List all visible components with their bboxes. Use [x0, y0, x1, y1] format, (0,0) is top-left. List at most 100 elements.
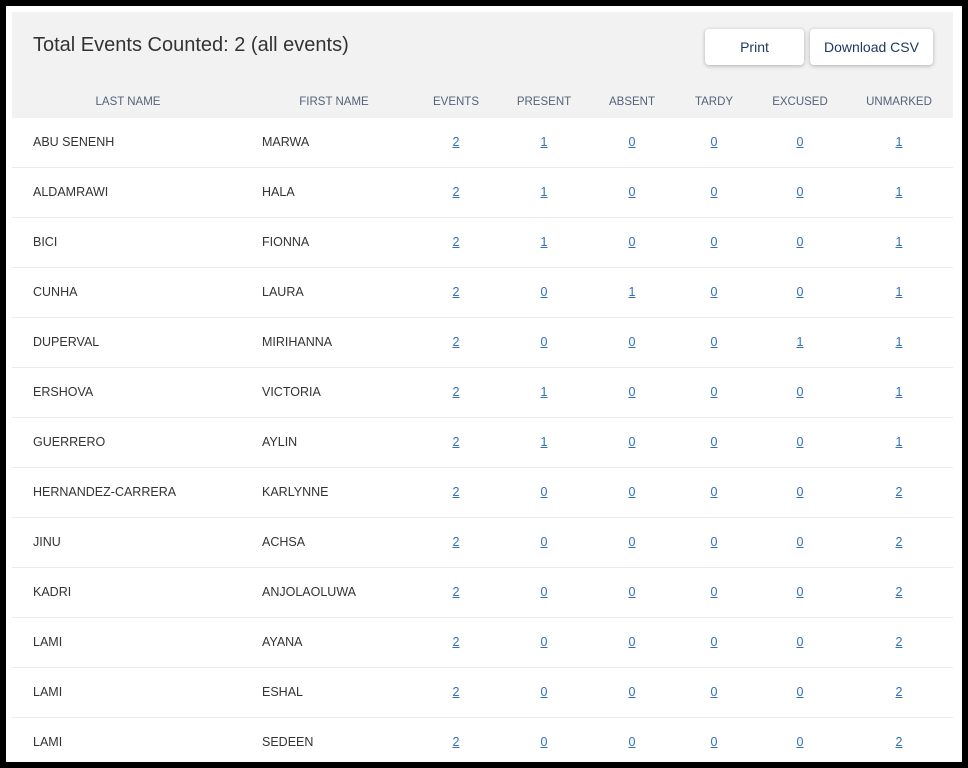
- unmarked-count-link[interactable]: 2: [896, 635, 903, 649]
- unmarked-count-link[interactable]: 1: [896, 435, 903, 449]
- excused-count-link[interactable]: 0: [797, 135, 804, 149]
- column-header-first-name[interactable]: FIRST NAME: [284, 89, 384, 118]
- tardy-cell: 0: [684, 368, 744, 417]
- tardy-count-link[interactable]: 0: [711, 735, 718, 749]
- events-count-link[interactable]: 2: [453, 535, 460, 549]
- events-count-link[interactable]: 2: [453, 485, 460, 499]
- unmarked-count-link[interactable]: 1: [896, 235, 903, 249]
- tardy-count-link[interactable]: 0: [711, 435, 718, 449]
- unmarked-count-link[interactable]: 1: [896, 185, 903, 199]
- tardy-count-link[interactable]: 0: [711, 235, 718, 249]
- absent-count-link[interactable]: 0: [629, 635, 636, 649]
- events-count-link[interactable]: 2: [453, 285, 460, 299]
- present-count-link[interactable]: 0: [541, 585, 548, 599]
- absent-count-link[interactable]: 1: [629, 285, 636, 299]
- present-count-link[interactable]: 1: [541, 385, 548, 399]
- events-count-link[interactable]: 2: [453, 685, 460, 699]
- present-count-link[interactable]: 0: [541, 535, 548, 549]
- absent-cell: 0: [602, 718, 662, 762]
- present-cell: 0: [514, 268, 574, 317]
- unmarked-cell: 1: [862, 218, 936, 267]
- excused-count-link[interactable]: 0: [797, 235, 804, 249]
- present-count-link[interactable]: 0: [541, 485, 548, 499]
- present-count-link[interactable]: 0: [541, 735, 548, 749]
- present-count-link[interactable]: 1: [541, 185, 548, 199]
- absent-count-link[interactable]: 0: [629, 735, 636, 749]
- tardy-count-link[interactable]: 0: [711, 535, 718, 549]
- present-count-link[interactable]: 1: [541, 235, 548, 249]
- excused-count-link[interactable]: 0: [797, 435, 804, 449]
- events-count-link[interactable]: 2: [453, 385, 460, 399]
- unmarked-count-link[interactable]: 2: [896, 585, 903, 599]
- excused-cell: 0: [770, 618, 830, 667]
- absent-count-link[interactable]: 0: [629, 435, 636, 449]
- present-count-link[interactable]: 1: [541, 435, 548, 449]
- attendance-table-body: ABU SENENH MARWA 2 1 0 0 0 1 ALDAMRAWI H…: [12, 118, 953, 762]
- events-count-link[interactable]: 2: [453, 635, 460, 649]
- present-count-link[interactable]: 1: [541, 135, 548, 149]
- unmarked-count-link[interactable]: 2: [896, 735, 903, 749]
- tardy-count-link[interactable]: 0: [711, 485, 718, 499]
- excused-count-link[interactable]: 0: [797, 535, 804, 549]
- tardy-count-link[interactable]: 0: [711, 685, 718, 699]
- present-count-link[interactable]: 0: [541, 685, 548, 699]
- tardy-count-link[interactable]: 0: [711, 335, 718, 349]
- download-csv-button[interactable]: Download CSV: [810, 29, 933, 65]
- excused-count-link[interactable]: 0: [797, 485, 804, 499]
- events-cell: 2: [426, 618, 486, 667]
- first-name-cell: KARLYNNE: [262, 485, 329, 499]
- events-count-link[interactable]: 2: [453, 435, 460, 449]
- present-cell: 1: [514, 118, 574, 167]
- tardy-count-link[interactable]: 0: [711, 385, 718, 399]
- column-header-present[interactable]: PRESENT: [514, 89, 574, 118]
- present-count-link[interactable]: 0: [541, 635, 548, 649]
- column-header-absent[interactable]: ABSENT: [602, 89, 662, 118]
- tardy-count-link[interactable]: 0: [711, 285, 718, 299]
- unmarked-count-link[interactable]: 2: [896, 685, 903, 699]
- tardy-count-link[interactable]: 0: [711, 135, 718, 149]
- tardy-count-link[interactable]: 0: [711, 585, 718, 599]
- excused-count-link[interactable]: 0: [797, 685, 804, 699]
- column-header-events[interactable]: EVENTS: [426, 89, 486, 118]
- excused-count-link[interactable]: 0: [797, 385, 804, 399]
- events-count-link[interactable]: 2: [453, 335, 460, 349]
- excused-count-link[interactable]: 0: [797, 635, 804, 649]
- events-count-link[interactable]: 2: [453, 185, 460, 199]
- unmarked-count-link[interactable]: 1: [896, 285, 903, 299]
- excused-count-link[interactable]: 0: [797, 285, 804, 299]
- absent-count-link[interactable]: 0: [629, 235, 636, 249]
- excused-count-link[interactable]: 0: [797, 185, 804, 199]
- column-header-last-name[interactable]: LAST NAME: [78, 89, 178, 118]
- excused-count-link[interactable]: 0: [797, 735, 804, 749]
- events-count-link[interactable]: 2: [453, 735, 460, 749]
- absent-count-link[interactable]: 0: [629, 185, 636, 199]
- unmarked-count-link[interactable]: 1: [896, 135, 903, 149]
- excused-cell: 0: [770, 368, 830, 417]
- present-cell: 1: [514, 368, 574, 417]
- absent-count-link[interactable]: 0: [629, 535, 636, 549]
- unmarked-count-link[interactable]: 2: [896, 485, 903, 499]
- absent-count-link[interactable]: 0: [629, 585, 636, 599]
- column-header-excused[interactable]: EXCUSED: [770, 89, 830, 118]
- absent-count-link[interactable]: 0: [629, 135, 636, 149]
- events-count-link[interactable]: 2: [453, 585, 460, 599]
- attendance-report-panel: Total Events Counted: 2 (all events) Pri…: [12, 12, 953, 762]
- tardy-count-link[interactable]: 0: [711, 185, 718, 199]
- unmarked-count-link[interactable]: 1: [896, 335, 903, 349]
- absent-count-link[interactable]: 0: [629, 685, 636, 699]
- events-count-link[interactable]: 2: [453, 135, 460, 149]
- unmarked-count-link[interactable]: 2: [896, 535, 903, 549]
- events-count-link[interactable]: 2: [453, 235, 460, 249]
- absent-count-link[interactable]: 0: [629, 385, 636, 399]
- absent-count-link[interactable]: 0: [629, 335, 636, 349]
- excused-count-link[interactable]: 0: [797, 585, 804, 599]
- present-count-link[interactable]: 0: [541, 285, 548, 299]
- absent-count-link[interactable]: 0: [629, 485, 636, 499]
- column-header-tardy[interactable]: TARDY: [684, 89, 744, 118]
- tardy-count-link[interactable]: 0: [711, 635, 718, 649]
- column-header-unmarked[interactable]: UNMARKED: [862, 89, 936, 118]
- print-button[interactable]: Print: [705, 29, 804, 65]
- present-count-link[interactable]: 0: [541, 335, 548, 349]
- unmarked-count-link[interactable]: 1: [896, 385, 903, 399]
- excused-count-link[interactable]: 1: [797, 335, 804, 349]
